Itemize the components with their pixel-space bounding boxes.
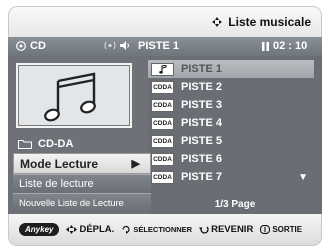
track-name: PISTE 6 xyxy=(181,153,222,165)
source-label: CD xyxy=(30,40,46,52)
surround-icon xyxy=(104,41,116,50)
disc-icon xyxy=(16,41,26,51)
diamond-arrows-icon xyxy=(212,17,223,27)
main-panel: CD-DA Mode Lecture ▶ Liste de lecture No… xyxy=(8,56,322,214)
track-row[interactable]: CDDA PISTE 5 xyxy=(148,132,314,150)
cdda-badge: CDDA xyxy=(151,80,174,94)
help-select-label: SÉLECTIONNER xyxy=(133,225,193,234)
time-display: 02 : 10 xyxy=(262,40,307,52)
music-notes-icon xyxy=(44,72,96,122)
folder-row: CD-DA xyxy=(18,138,73,150)
help-back-label: REVENIR xyxy=(211,224,254,235)
title-wrap: Liste musicale xyxy=(212,15,311,29)
anykey-button[interactable]: Anykey xyxy=(19,223,60,236)
menu-item-label: Mode Lecture xyxy=(20,156,99,171)
exit-icon xyxy=(260,225,271,234)
page-indicator: 1/3 Page xyxy=(148,194,322,214)
status-bar: CD PISTE 1 02 : 10 xyxy=(8,37,322,56)
current-track-label: PISTE 1 xyxy=(138,40,179,52)
help-exit: SORTIE xyxy=(260,225,302,234)
current-track: PISTE 1 xyxy=(138,40,179,52)
track-name: PISTE 5 xyxy=(181,135,222,147)
track-row[interactable]: CDDA PISTE 7 xyxy=(148,168,314,186)
track-name: PISTE 7 xyxy=(181,171,222,183)
popup-menu: Mode Lecture ▶ Liste de lecture Nouvelle… xyxy=(13,153,151,212)
help-select: SÉLECTIONNER xyxy=(121,225,192,234)
menu-item-playlist[interactable]: Liste de lecture xyxy=(13,174,151,193)
music-note-badge xyxy=(151,62,174,76)
audio-indicator xyxy=(104,41,130,50)
elapsed-time: 02 : 10 xyxy=(273,40,308,52)
move-arrows-icon xyxy=(66,225,78,234)
album-art xyxy=(16,63,132,128)
folder-icon xyxy=(18,140,32,149)
help-back: REVENIR xyxy=(199,224,253,235)
page-title: Liste musicale xyxy=(228,15,311,29)
pause-icon xyxy=(262,41,269,51)
cdda-badge: CDDA xyxy=(151,152,174,166)
cdda-badge: CDDA xyxy=(151,134,174,148)
track-row[interactable]: CDDA PISTE 3 xyxy=(148,96,314,114)
track-row[interactable]: CDDA PISTE 6 xyxy=(148,150,314,168)
track-name: PISTE 2 xyxy=(181,81,222,93)
track-name: PISTE 4 xyxy=(181,117,222,129)
cdda-badge: CDDA xyxy=(151,98,174,112)
scroll-down-icon[interactable]: ▼ xyxy=(298,172,308,183)
menu-item-label: Liste de lecture xyxy=(19,178,94,190)
help-exit-label: SORTIE xyxy=(272,225,303,234)
menu-item-new-playlist[interactable]: Nouvelle Liste de Lecture xyxy=(13,193,151,212)
source-indicator: CD xyxy=(16,40,46,52)
track-list: PISTE 1 CDDA PISTE 2 CDDA PISTE 3 CDDA P… xyxy=(148,60,318,194)
menu-item-play-mode[interactable]: Mode Lecture ▶ xyxy=(13,153,151,174)
folder-label: CD-DA xyxy=(38,138,74,150)
track-name: PISTE 3 xyxy=(181,99,222,111)
music-list-screen: Liste musicale CD PISTE 1 02: 10 CD-DA … xyxy=(8,6,322,246)
track-row[interactable]: CDDA PISTE 2 xyxy=(148,78,314,96)
music-note-icon xyxy=(158,64,167,74)
menu-item-label: Nouvelle Liste de Lecture xyxy=(19,197,124,209)
enter-icon xyxy=(122,225,130,234)
help-bar: Anykey DÉPLA. SÉLECTIONNER REVENIR SORTI… xyxy=(8,214,322,246)
return-icon xyxy=(199,226,209,234)
submenu-arrow-icon: ▶ xyxy=(131,158,140,170)
help-move-label: DÉPLA. xyxy=(79,224,115,235)
cdda-badge: CDDA xyxy=(151,170,174,184)
help-move: DÉPLA. xyxy=(66,224,114,235)
title-bar: Liste musicale xyxy=(8,6,322,37)
cdda-badge: CDDA xyxy=(151,116,174,130)
track-row[interactable]: PISTE 1 xyxy=(148,60,314,78)
track-row[interactable]: CDDA PISTE 4 xyxy=(148,114,314,132)
speaker-icon xyxy=(120,41,129,50)
page-indicator-label: 1/3 Page xyxy=(214,198,256,210)
track-name: PISTE 1 xyxy=(181,63,222,75)
